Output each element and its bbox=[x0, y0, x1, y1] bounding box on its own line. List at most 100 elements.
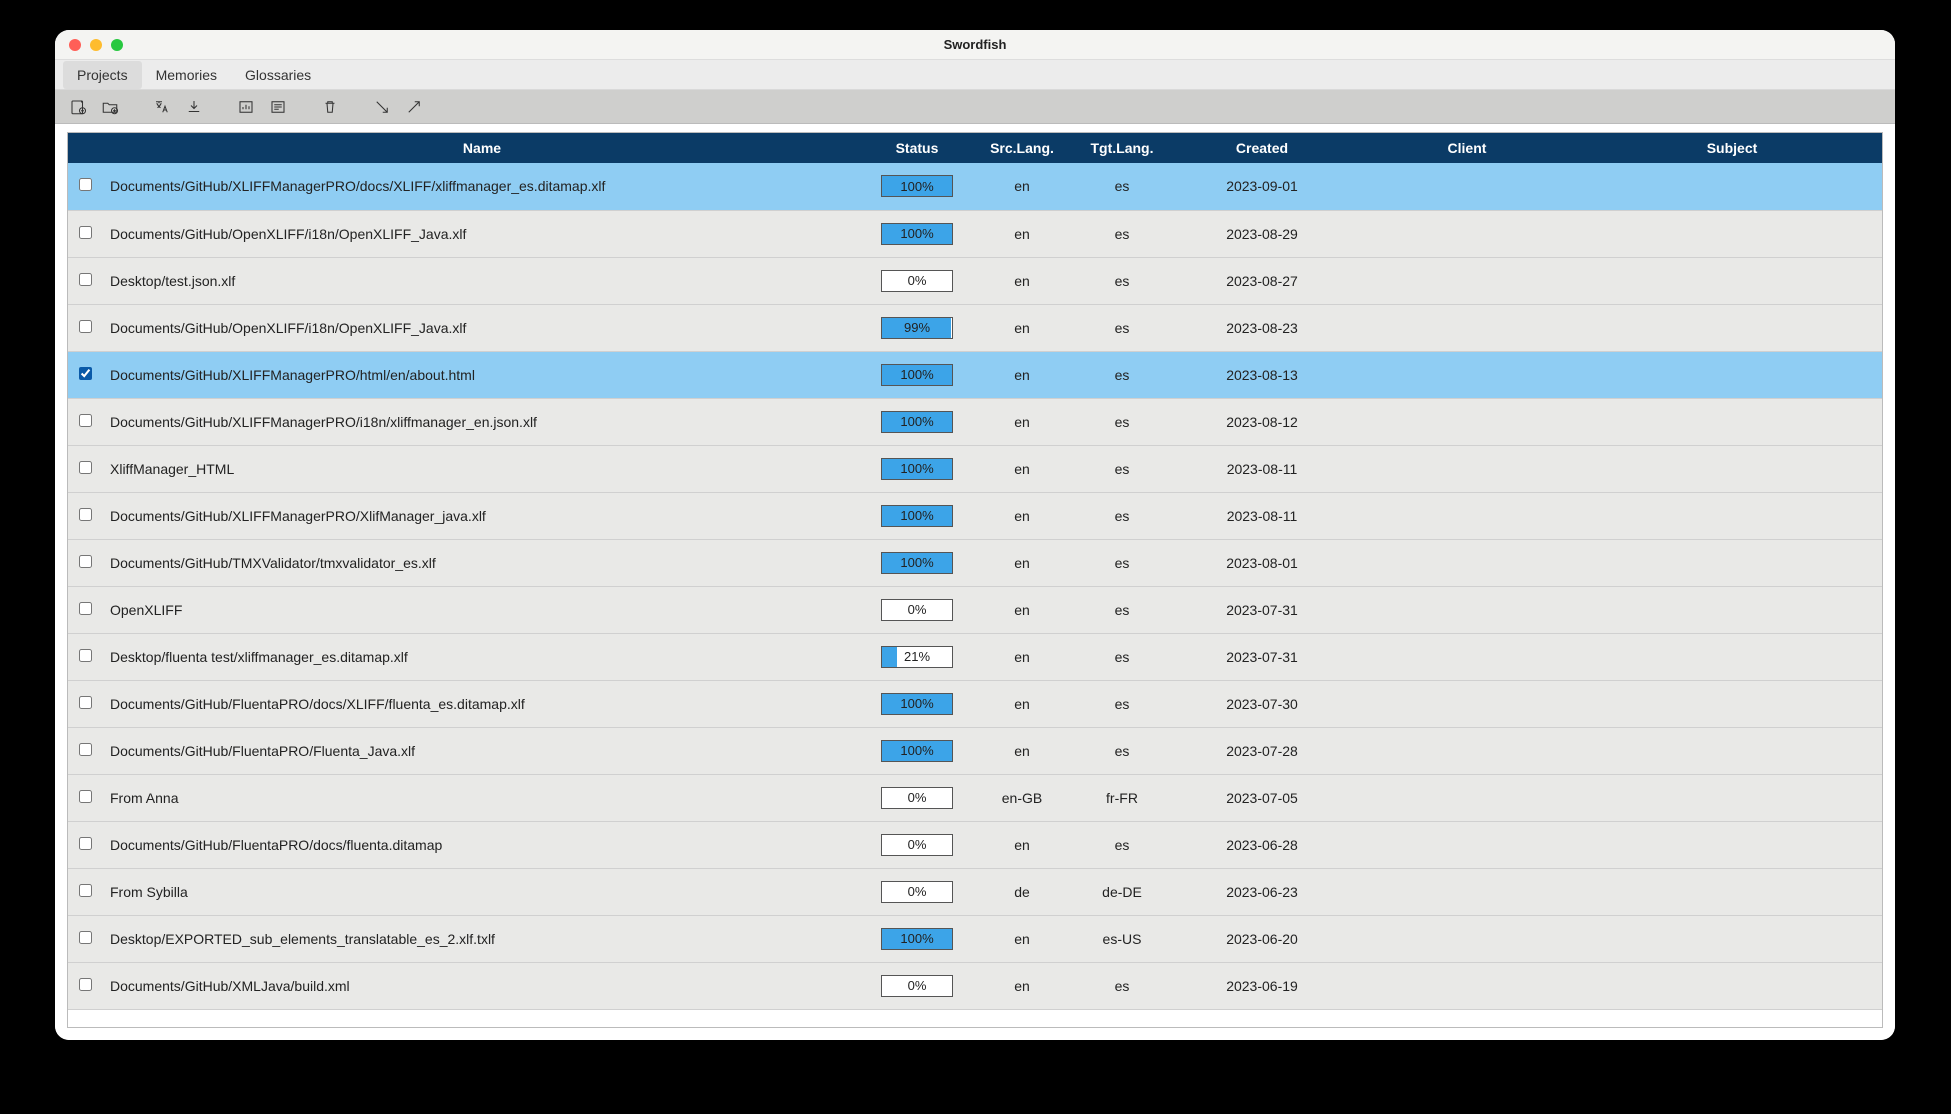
row-src: en bbox=[972, 727, 1072, 774]
row-checkbox[interactable] bbox=[79, 743, 92, 756]
window-zoom-button[interactable] bbox=[111, 39, 123, 51]
table-row[interactable]: Documents/GitHub/OpenXLIFF/i18n/OpenXLIF… bbox=[68, 304, 1882, 351]
row-created: 2023-08-27 bbox=[1172, 257, 1352, 304]
row-src: en bbox=[972, 398, 1072, 445]
row-checkbox[interactable] bbox=[79, 884, 92, 897]
table-row[interactable]: OpenXLIFF0%enes2023-07-31 bbox=[68, 586, 1882, 633]
row-tgt: es bbox=[1072, 586, 1172, 633]
window-close-button[interactable] bbox=[69, 39, 81, 51]
row-checkbox[interactable] bbox=[79, 367, 92, 380]
download-icon[interactable] bbox=[181, 94, 207, 120]
row-subject bbox=[1582, 492, 1882, 539]
row-checkbox[interactable] bbox=[79, 555, 92, 568]
row-subject bbox=[1582, 821, 1882, 868]
row-name: Documents/GitHub/XLIFFManagerPRO/XlifMan… bbox=[102, 492, 862, 539]
row-created: 2023-08-12 bbox=[1172, 398, 1352, 445]
column-header[interactable] bbox=[68, 133, 102, 163]
row-checkbox[interactable] bbox=[79, 273, 92, 286]
row-checkbox[interactable] bbox=[79, 508, 92, 521]
row-src: en bbox=[972, 492, 1072, 539]
stats-icon[interactable] bbox=[233, 94, 259, 120]
row-subject bbox=[1582, 774, 1882, 821]
table-row[interactable]: From Anna0%en-GBfr-FR2023-07-05 bbox=[68, 774, 1882, 821]
row-created: 2023-08-29 bbox=[1172, 210, 1352, 257]
row-src: en bbox=[972, 351, 1072, 398]
row-name: Documents/GitHub/XLIFFManagerPRO/i18n/xl… bbox=[102, 398, 862, 445]
column-header[interactable]: Created bbox=[1172, 133, 1352, 163]
row-created: 2023-08-11 bbox=[1172, 492, 1352, 539]
table-row[interactable]: Documents/GitHub/XLIFFManagerPRO/XlifMan… bbox=[68, 492, 1882, 539]
menu-projects[interactable]: Projects bbox=[63, 61, 142, 89]
table-row[interactable]: Documents/GitHub/FluentaPRO/docs/fluenta… bbox=[68, 821, 1882, 868]
table-row[interactable]: Documents/GitHub/XLIFFManagerPRO/i18n/xl… bbox=[68, 398, 1882, 445]
table-row[interactable]: Documents/GitHub/FluentaPRO/Fluenta_Java… bbox=[68, 727, 1882, 774]
row-checkbox[interactable] bbox=[79, 978, 92, 991]
table-row[interactable]: XliffManager_HTML100%enes2023-08-11 bbox=[68, 445, 1882, 492]
row-src: en bbox=[972, 586, 1072, 633]
row-client bbox=[1352, 304, 1582, 351]
window-minimize-button[interactable] bbox=[90, 39, 102, 51]
table-row[interactable]: Documents/GitHub/OpenXLIFF/i18n/OpenXLIF… bbox=[68, 210, 1882, 257]
row-checkbox[interactable] bbox=[79, 320, 92, 333]
info-icon[interactable] bbox=[265, 94, 291, 120]
row-name: Documents/GitHub/OpenXLIFF/i18n/OpenXLIF… bbox=[102, 210, 862, 257]
column-header[interactable]: Status bbox=[862, 133, 972, 163]
table-row[interactable]: Documents/GitHub/XMLJava/build.xml0%enes… bbox=[68, 962, 1882, 1009]
table-row[interactable]: From Sybilla0%dede-DE2023-06-23 bbox=[68, 868, 1882, 915]
table-row[interactable]: Documents/GitHub/XLIFFManagerPRO/docs/XL… bbox=[68, 163, 1882, 210]
row-client bbox=[1352, 915, 1582, 962]
menu-memories[interactable]: Memories bbox=[142, 61, 231, 89]
row-checkbox[interactable] bbox=[79, 602, 92, 615]
column-header[interactable]: Tgt.Lang. bbox=[1072, 133, 1172, 163]
row-name: Documents/GitHub/XLIFFManagerPRO/html/en… bbox=[102, 351, 862, 398]
row-src: en bbox=[972, 821, 1072, 868]
row-subject bbox=[1582, 539, 1882, 586]
row-name: Documents/GitHub/OpenXLIFF/i18n/OpenXLIF… bbox=[102, 304, 862, 351]
table-row[interactable]: Desktop/fluenta test/xliffmanager_es.dit… bbox=[68, 633, 1882, 680]
row-checkbox[interactable] bbox=[79, 790, 92, 803]
row-name: From Sybilla bbox=[102, 868, 862, 915]
row-created: 2023-07-31 bbox=[1172, 633, 1352, 680]
row-src: en bbox=[972, 210, 1072, 257]
row-checkbox[interactable] bbox=[79, 414, 92, 427]
delete-icon[interactable] bbox=[317, 94, 343, 120]
row-checkbox[interactable] bbox=[79, 696, 92, 709]
row-checkbox[interactable] bbox=[79, 461, 92, 474]
open-folder-icon[interactable] bbox=[97, 94, 123, 120]
export-icon[interactable] bbox=[401, 94, 427, 120]
table-row[interactable]: Documents/GitHub/TMXValidator/tmxvalidat… bbox=[68, 539, 1882, 586]
projects-table-wrap[interactable]: NameStatusSrc.Lang.Tgt.Lang.CreatedClien… bbox=[67, 132, 1883, 1028]
column-header[interactable]: Name bbox=[102, 133, 862, 163]
row-subject bbox=[1582, 351, 1882, 398]
translate-icon[interactable] bbox=[149, 94, 175, 120]
row-name: Desktop/test.json.xlf bbox=[102, 257, 862, 304]
table-row[interactable]: Documents/GitHub/XLIFFManagerPRO/html/en… bbox=[68, 351, 1882, 398]
new-project-icon[interactable] bbox=[65, 94, 91, 120]
row-src: en bbox=[972, 633, 1072, 680]
row-client bbox=[1352, 445, 1582, 492]
table-body: Documents/GitHub/XLIFFManagerPRO/docs/XL… bbox=[68, 163, 1882, 1009]
import-icon[interactable] bbox=[369, 94, 395, 120]
column-header[interactable]: Client bbox=[1352, 133, 1582, 163]
row-src: en bbox=[972, 915, 1072, 962]
row-client bbox=[1352, 398, 1582, 445]
status-progress: 100% bbox=[881, 505, 953, 527]
row-checkbox[interactable] bbox=[79, 837, 92, 850]
row-checkbox[interactable] bbox=[79, 931, 92, 944]
table-row[interactable]: Desktop/EXPORTED_sub_elements_translatab… bbox=[68, 915, 1882, 962]
row-checkbox[interactable] bbox=[79, 649, 92, 662]
row-subject bbox=[1582, 445, 1882, 492]
row-tgt: es-US bbox=[1072, 915, 1172, 962]
table-row[interactable]: Documents/GitHub/FluentaPRO/docs/XLIFF/f… bbox=[68, 680, 1882, 727]
status-progress: 100% bbox=[881, 458, 953, 480]
column-header[interactable]: Subject bbox=[1582, 133, 1882, 163]
row-tgt: es bbox=[1072, 962, 1172, 1009]
menu-glossaries[interactable]: Glossaries bbox=[231, 61, 325, 89]
status-progress: 100% bbox=[881, 552, 953, 574]
column-header[interactable]: Src.Lang. bbox=[972, 133, 1072, 163]
row-checkbox[interactable] bbox=[79, 226, 92, 239]
row-checkbox[interactable] bbox=[79, 178, 92, 191]
row-name: Documents/GitHub/FluentaPRO/Fluenta_Java… bbox=[102, 727, 862, 774]
table-row[interactable]: Desktop/test.json.xlf0%enes2023-08-27 bbox=[68, 257, 1882, 304]
row-created: 2023-07-31 bbox=[1172, 586, 1352, 633]
